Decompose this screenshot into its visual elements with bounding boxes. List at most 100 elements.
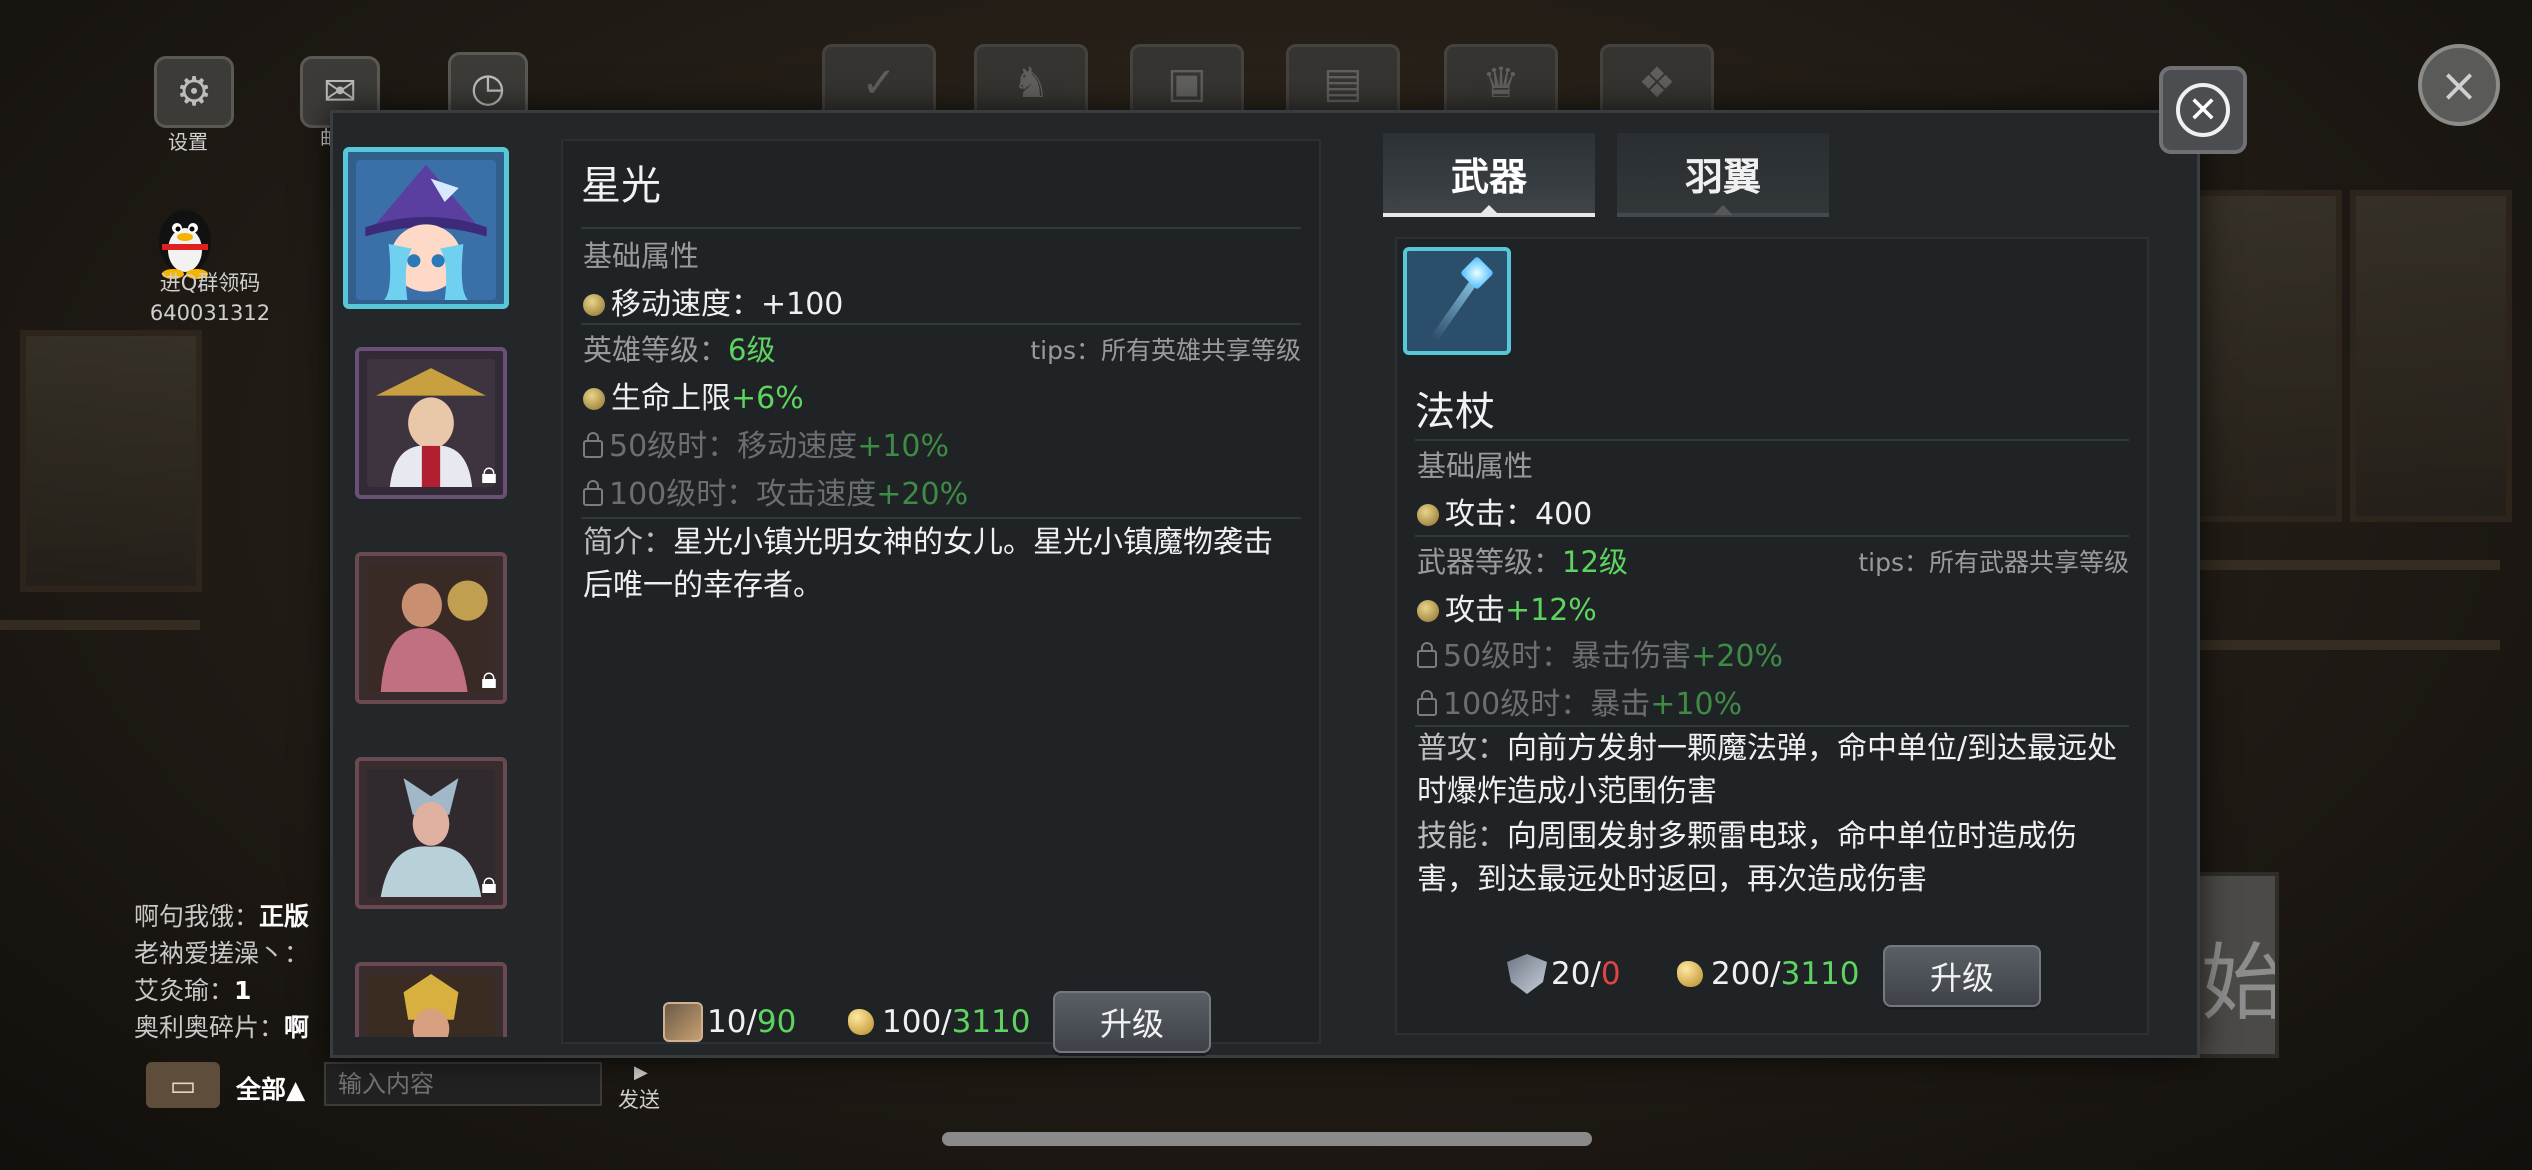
- bg-window: [2180, 190, 2342, 522]
- attr-bullet-icon: [1417, 504, 1439, 526]
- hero-shard-need: 90: [756, 1004, 797, 1040]
- hero-ore-need: 3110: [951, 1004, 1031, 1040]
- hero-tips: tips：所有英雄共享等级: [1030, 336, 1301, 365]
- attr-bullet-icon: [583, 294, 605, 316]
- chat-bubble-icon[interactable]: ▭: [146, 1062, 220, 1108]
- weapon-level-value: 12级: [1562, 545, 1628, 579]
- weapon-slot-staff[interactable]: [1403, 247, 1511, 355]
- chat-send-button[interactable]: 发送: [618, 1084, 660, 1114]
- small-lock-icon: [583, 432, 603, 458]
- weapon-level-bonus: 攻击+12%: [1417, 585, 1597, 629]
- weapon-base-attr-title: 基础属性: [1417, 449, 1534, 483]
- chat-message: 1: [234, 976, 252, 1005]
- hero-unlock-100: 100级时：攻击速度+20%: [583, 469, 968, 513]
- hero-desc-text: 星光小镇光明女神的女儿。星光小镇魔物袭击后唯一的幸存者。: [583, 525, 1273, 603]
- attr-bullet-icon: [583, 388, 605, 410]
- start-button-label: 始: [2201, 934, 2279, 1032]
- divider: [581, 517, 1301, 519]
- settings-gear-icon[interactable]: ⚙: [154, 56, 234, 128]
- lock-icon: 🔒︎: [481, 456, 497, 491]
- hero-portrait: [356, 160, 496, 300]
- weapon-upgrade-button[interactable]: 升级: [1883, 945, 2041, 1007]
- hero-upgrade-button[interactable]: 升级: [1053, 991, 1211, 1053]
- weapon-ore-cost: 200/3110: [1677, 949, 1860, 999]
- bg-window: [2350, 190, 2512, 522]
- hero-unlock-50: 50级时：移动速度+10%: [583, 421, 949, 465]
- weapon-unlock-100-value: +10%: [1650, 687, 1743, 722]
- tab-indicator-icon: [1479, 205, 1499, 215]
- weapon-level-bonus-value: +12%: [1505, 593, 1597, 628]
- chat-input[interactable]: [324, 1062, 602, 1106]
- hero-shard-icon: [663, 1002, 703, 1042]
- chat-sender: 奥利奥碎片：: [134, 1013, 285, 1042]
- hero-card-xingguang[interactable]: [343, 147, 509, 309]
- weapon-skill-text: 向周围发射多颗雷电球，命中单位时造成伤害，到达最远处时返回，再次造成伤害: [1417, 819, 2077, 897]
- qq-group-title: 进Q群领码: [159, 271, 261, 295]
- chat-sender: 艾灸瑜：: [134, 976, 235, 1005]
- weapon-skill-key: 技能：: [1417, 819, 1507, 854]
- weapon-ore-have: 200: [1711, 956, 1771, 992]
- hero-portrait: [367, 769, 495, 897]
- divider: [581, 323, 1301, 325]
- hero-card-locked[interactable]: 🔒︎: [355, 552, 507, 704]
- hud-tab-gift-icon[interactable]: ❖: [1600, 44, 1714, 120]
- weapon-unlock-100-label: 100级时：暴击: [1443, 687, 1651, 722]
- hero-list[interactable]: 🔒︎ 🔒︎ 🔒︎: [343, 147, 513, 1037]
- small-lock-icon: [1417, 642, 1437, 668]
- weapon-unlock-50: 50级时：暴击伤害+20%: [1417, 631, 1783, 675]
- hero-detail-panel: 🔒︎ 🔒︎ 🔒︎ 星光 基础属性 移动速度：+100 英雄等级：6级 tips：…: [330, 110, 2200, 1058]
- tab-weapon-label: 武器: [1450, 154, 1527, 199]
- bg-window: [20, 330, 202, 592]
- chat-message: 啊: [284, 1013, 310, 1042]
- small-lock-icon: [1417, 690, 1437, 716]
- chat-scope-dropdown[interactable]: 全部▲: [236, 1070, 305, 1106]
- bg-shelf: [2200, 640, 2500, 650]
- weapon-name: 法杖: [1415, 389, 1495, 435]
- hero-info-section: 星光 基础属性 移动速度：+100 英雄等级：6级 tips：所有英雄共享等级 …: [561, 139, 1321, 1053]
- weapon-unlock-50-value: +20%: [1691, 639, 1784, 674]
- bg-shelf: [2200, 560, 2500, 570]
- hud-tab-trophy-icon[interactable]: ♛: [1444, 44, 1558, 120]
- chat-message: 正版: [259, 902, 310, 931]
- tab-weapon[interactable]: 武器: [1383, 133, 1595, 217]
- tab-wings[interactable]: 羽翼: [1617, 133, 1829, 217]
- send-arrow-icon[interactable]: ▶: [634, 1062, 648, 1083]
- hero-level-label: 英雄等级：: [583, 333, 729, 367]
- ore-icon: [848, 1009, 874, 1035]
- weapon-skill-desc: 技能：向周围发射多颗雷电球，命中单位时造成伤害，到达最远处时返回，再次造成伤害: [1417, 815, 2119, 901]
- chat-sender: 老衲爱搓澡丶：: [134, 939, 310, 968]
- chat-log: 啊句我饿：正版 老衲爱搓澡丶： 艾灸瑜：1 奥利奥碎片：啊: [134, 898, 309, 1046]
- attr-bullet-icon: [1417, 600, 1439, 622]
- hero-name: 星光: [581, 163, 661, 209]
- lock-icon: 🔒︎: [481, 866, 497, 901]
- hero-card-locked[interactable]: 🔒︎: [355, 347, 507, 499]
- weapon-stone-sep: /: [1590, 956, 1601, 992]
- top-right-close-icon[interactable]: ×: [2418, 44, 2500, 126]
- hud-tab-bag-icon[interactable]: ▣: [1130, 44, 1244, 120]
- qq-group-number: 640031312: [149, 301, 271, 325]
- hero-card-locked[interactable]: [355, 962, 507, 1037]
- hero-base-attr-text: 移动速度：+100: [611, 287, 844, 322]
- weapon-level: 武器等级：12级: [1417, 539, 1628, 581]
- lock-icon: 🔒︎: [481, 661, 497, 696]
- hero-level-bonus-label: 生命上限: [611, 381, 731, 416]
- weapon-stone-need: 0: [1600, 956, 1621, 992]
- hero-level-value: 6级: [728, 333, 776, 367]
- hud-tab-check-icon[interactable]: ✓: [822, 44, 936, 120]
- panel-close-button[interactable]: ✕: [2159, 66, 2247, 154]
- home-indicator[interactable]: [942, 1132, 1592, 1146]
- hud-tab-emblem-icon[interactable]: ♞: [974, 44, 1088, 120]
- chat-line: 奥利奥碎片：啊: [134, 1009, 309, 1046]
- tab-wings-label: 羽翼: [1684, 154, 1761, 199]
- divider: [1415, 439, 2129, 441]
- hero-base-attr-title: 基础属性: [583, 239, 700, 273]
- weapon-base-attr: 攻击：400: [1417, 489, 1592, 533]
- hud-tab-chest-icon[interactable]: ▤: [1286, 44, 1400, 120]
- hero-ore-sep: /: [941, 1004, 952, 1040]
- weapon-ore-sep: /: [1770, 956, 1781, 992]
- hero-desc-key: 简介：: [583, 525, 673, 560]
- hero-card-locked[interactable]: 🔒︎: [355, 757, 507, 909]
- divider: [581, 227, 1301, 229]
- weapon-tips: tips：所有武器共享等级: [1858, 548, 2129, 577]
- bg-shelf: [0, 620, 200, 630]
